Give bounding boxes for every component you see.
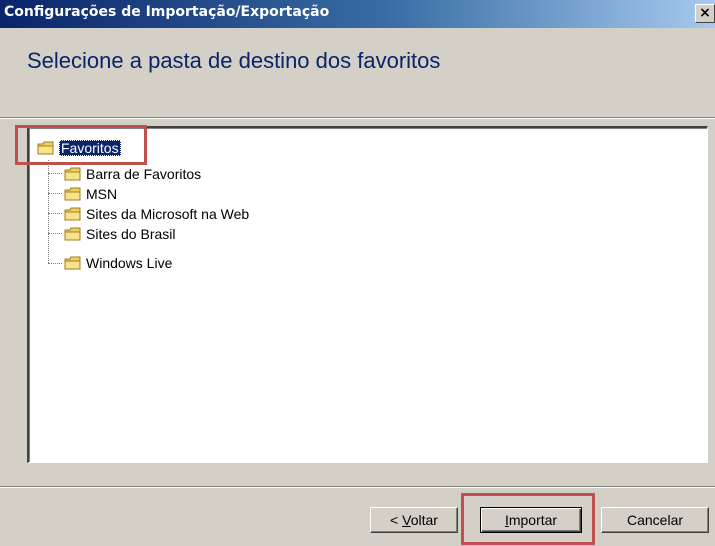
- tree-node-sites-brasil[interactable]: Sites do Brasil: [64, 224, 175, 244]
- tree-connector-line: [48, 173, 62, 174]
- folder-icon: [64, 227, 81, 241]
- back-button-label: oltar: [410, 512, 438, 528]
- tree-node-label: Sites do Brasil: [86, 226, 176, 242]
- tree-connector-line: [48, 263, 62, 264]
- tree-node-windows-live[interactable]: Windows Live: [64, 253, 172, 273]
- folder-icon: [64, 256, 81, 270]
- title-bar: Configurações de Importação/Exportação ×: [0, 0, 715, 28]
- folder-icon: [37, 141, 54, 155]
- wizard-header: Selecione a pasta de destino dos favorit…: [0, 28, 715, 118]
- tree-node-msn[interactable]: MSN: [64, 184, 117, 204]
- page-title: Selecione a pasta de destino dos favorit…: [27, 48, 441, 73]
- folder-tree[interactable]: Favoritos Barra de Favoritos MSN Sites d…: [27, 126, 708, 463]
- tree-connector-line: [48, 213, 62, 214]
- tree-node-label: Favoritos: [59, 140, 121, 156]
- tree-node-label: MSN: [86, 186, 118, 202]
- tree-node-label: Windows Live: [86, 255, 173, 271]
- tree-node-favoritos[interactable]: Favoritos: [37, 138, 121, 158]
- tree-node-label: Sites da Microsoft na Web: [86, 206, 250, 222]
- cancel-button[interactable]: Cancelar: [601, 507, 709, 533]
- import-button[interactable]: Importar: [480, 507, 582, 533]
- tree-node-sites-microsoft[interactable]: Sites da Microsoft na Web: [64, 204, 249, 224]
- folder-icon: [64, 167, 81, 181]
- folder-icon: [64, 207, 81, 221]
- back-button[interactable]: < Voltar: [370, 507, 458, 533]
- back-button-mnemonic: V: [402, 512, 411, 528]
- tree-connector-line: [48, 233, 62, 234]
- folder-icon: [64, 187, 81, 201]
- close-button[interactable]: ×: [695, 4, 715, 23]
- cancel-button-label: Cancelar: [626, 512, 684, 528]
- close-icon: ×: [699, 5, 711, 21]
- back-button-prefix: <: [390, 512, 403, 528]
- tree-node-barra-de-favoritos[interactable]: Barra de Favoritos: [64, 164, 201, 184]
- tree-connector-line: [48, 160, 49, 263]
- tree-node-label: Barra de Favoritos: [86, 166, 202, 182]
- header-divider: [0, 117, 715, 119]
- import-button-label: mportar: [508, 512, 558, 528]
- footer-divider: [0, 486, 715, 488]
- window-title: Configurações de Importação/Exportação: [4, 4, 330, 20]
- tree-connector-line: [48, 193, 62, 194]
